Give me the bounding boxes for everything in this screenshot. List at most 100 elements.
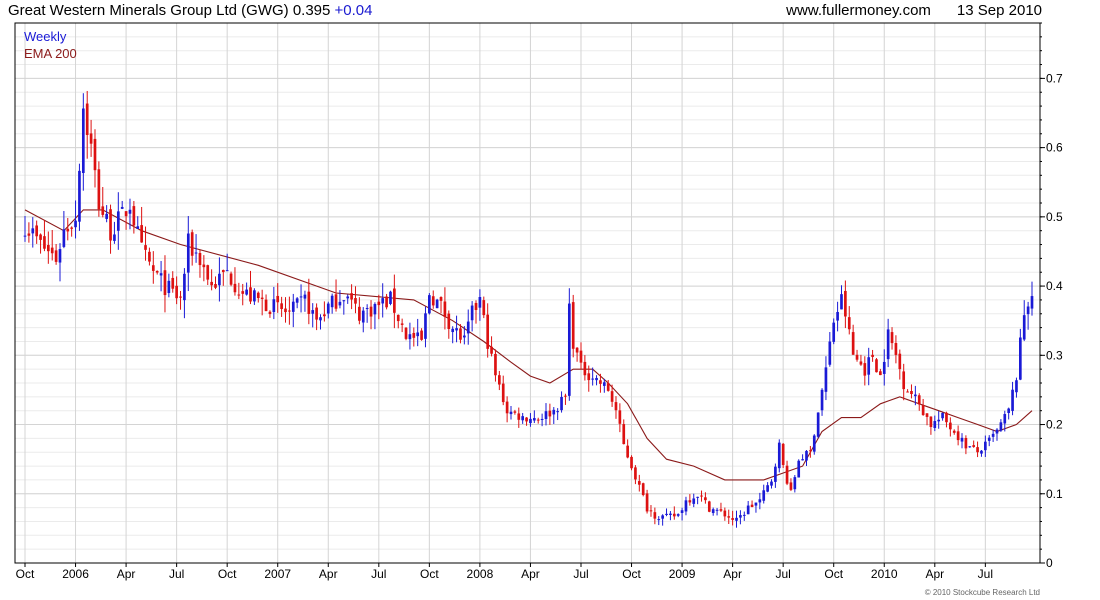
candle-body	[595, 377, 598, 381]
candle-body	[400, 323, 404, 325]
candle-body	[338, 301, 342, 306]
candle-body	[828, 341, 832, 365]
candle-body	[330, 295, 334, 308]
legend: Weekly EMA 200	[24, 29, 77, 61]
candle-body	[898, 353, 902, 370]
candle	[921, 398, 925, 416]
candle	[867, 347, 871, 386]
candle-body	[560, 396, 563, 411]
candle-body	[218, 273, 221, 286]
candle	[579, 342, 583, 370]
candle-body	[637, 481, 641, 485]
candle	[89, 119, 93, 157]
candle	[801, 454, 804, 461]
candle	[303, 290, 307, 312]
candle-body	[431, 296, 435, 306]
candle-body	[439, 297, 443, 301]
x-tick-label: 2006	[62, 567, 89, 581]
candle-body	[626, 445, 629, 458]
candle-body	[474, 302, 478, 310]
candle-body	[43, 236, 46, 249]
candle-body	[847, 317, 851, 330]
y-tick-label: 0.6	[1046, 141, 1063, 155]
candle	[148, 247, 151, 266]
candle	[39, 233, 42, 254]
candle-body	[412, 332, 416, 338]
candle-body	[634, 467, 637, 480]
candle	[470, 301, 474, 332]
candle	[136, 216, 140, 230]
candle-body	[727, 516, 731, 518]
candle-body	[23, 235, 27, 237]
candle-body	[389, 291, 392, 304]
candle-body	[1022, 315, 1026, 340]
candle-body	[513, 411, 517, 413]
candle	[665, 508, 668, 517]
candle	[556, 408, 559, 421]
candle	[1030, 281, 1034, 316]
candle	[575, 347, 579, 362]
candle-body	[517, 413, 521, 420]
candle	[23, 215, 27, 242]
candle-body	[762, 490, 766, 501]
candle-body	[455, 328, 458, 331]
candle	[746, 500, 750, 515]
candle	[120, 200, 124, 210]
candle-body	[373, 303, 377, 315]
candle	[35, 220, 39, 244]
candle-body	[144, 245, 147, 250]
candle	[70, 226, 73, 237]
candle	[750, 500, 754, 508]
candle-body	[536, 419, 540, 421]
candle	[774, 463, 777, 488]
candle	[622, 419, 626, 445]
candle-body	[529, 418, 532, 424]
candle-body	[669, 513, 672, 515]
candle-body	[832, 322, 836, 342]
x-tick-label: Jul	[573, 567, 588, 581]
candle-body	[109, 209, 112, 241]
candle	[451, 326, 455, 344]
candle-body	[136, 226, 140, 229]
candle-body	[980, 450, 983, 454]
candle-body	[665, 513, 668, 515]
x-tick-label: Oct	[824, 567, 843, 581]
candle-body	[945, 412, 948, 423]
candle	[1026, 301, 1030, 330]
candle	[377, 294, 381, 320]
candle	[214, 276, 217, 290]
candle	[509, 406, 513, 420]
candle-body	[35, 225, 39, 237]
candle-body	[89, 133, 93, 144]
candles-layer	[23, 90, 1034, 528]
candle-body	[163, 270, 167, 296]
candle	[93, 129, 97, 188]
x-tick-label: Apr	[723, 567, 742, 581]
candle	[81, 93, 85, 191]
candle	[890, 327, 894, 350]
candle-body	[540, 418, 544, 420]
candle-body	[820, 389, 824, 411]
candle-body	[214, 284, 217, 288]
candle-body	[93, 138, 97, 171]
candle	[264, 294, 268, 312]
candle-body	[1011, 389, 1014, 411]
y-tick-label: 0	[1046, 556, 1053, 570]
candle	[190, 229, 194, 266]
candle	[847, 306, 851, 335]
y-tick-label: 0.2	[1046, 418, 1063, 432]
candle-body	[183, 273, 186, 301]
candle-body	[424, 313, 427, 339]
candle-body	[684, 500, 688, 512]
candle	[78, 163, 81, 231]
candle	[910, 384, 913, 399]
candle	[859, 354, 863, 366]
candle-body	[435, 299, 439, 309]
candle	[641, 482, 645, 497]
candle	[256, 291, 260, 303]
candle	[680, 507, 684, 521]
candle	[404, 327, 408, 341]
candle-body	[113, 234, 116, 241]
candle	[474, 300, 478, 324]
y-axis: 0 0.1 0.2 0.3 0.4 0.5 0.6 0.7	[1040, 22, 1063, 570]
